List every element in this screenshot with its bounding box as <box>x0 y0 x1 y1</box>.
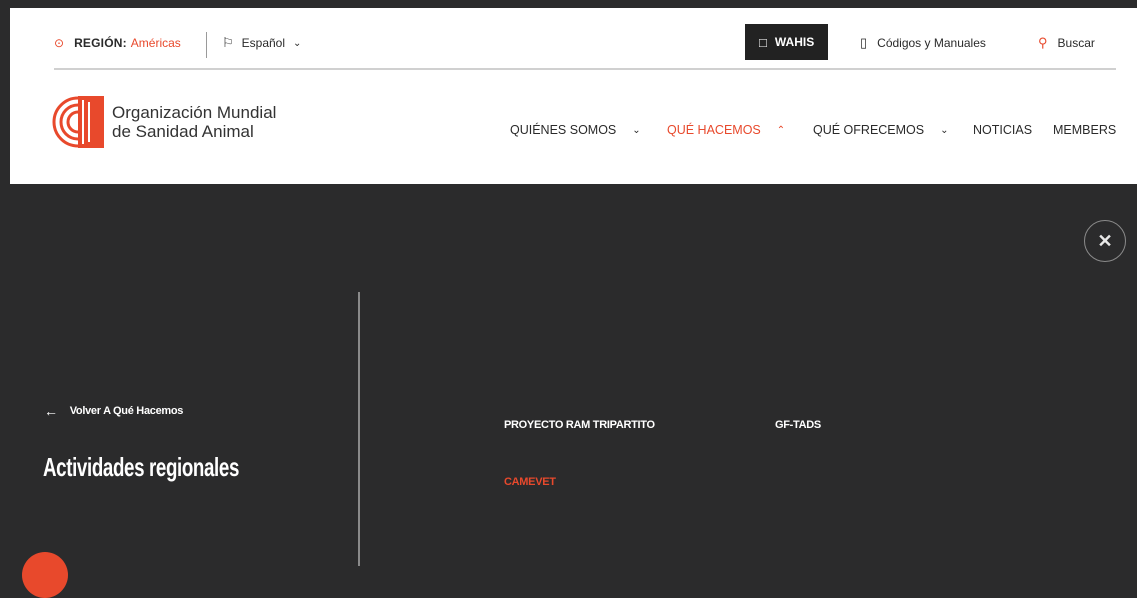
menu-link-camevet[interactable]: CAMEVET <box>504 476 556 488</box>
search-button[interactable]: ⚲ Buscar <box>1038 18 1095 68</box>
nav-label: NOTICIAS <box>973 123 1033 137</box>
language-label: Español <box>241 36 286 50</box>
region-label: REGIÓN: <box>74 36 127 50</box>
arrow-left-icon: ← <box>44 403 58 419</box>
codes-manuals-link[interactable]: ▯ Códigos y Manuales <box>860 18 986 68</box>
nav-label: QUIÉNES SOMOS <box>510 123 617 137</box>
nav-members[interactable]: MEMBERS <box>1053 120 1116 140</box>
menu-link-proyecto-ram[interactable]: PROYECTO RAM TRIPARTITO <box>504 419 655 431</box>
left-strip <box>0 0 10 190</box>
nav-label: QUÉ OFRECEMOS <box>813 123 925 137</box>
logo-line-1: Organización Mundial <box>112 103 277 122</box>
wahis-label: WAHIS <box>774 35 815 49</box>
nav-label: MEMBERS <box>1053 123 1117 137</box>
section-title: Actividades regionales <box>43 452 240 482</box>
menu-divider <box>358 292 360 566</box>
logo-line-2: de Sanidad Animal <box>112 122 254 141</box>
site-logo[interactable]: Organización Mundial de Sanidad Animal <box>52 96 276 148</box>
close-icon: ✕ <box>1097 230 1113 251</box>
flag-icon: ⚐ <box>222 35 234 50</box>
chevron-down-icon: ⌄ <box>632 124 641 136</box>
back-label: Volver A Qué Hacemos <box>69 405 184 417</box>
document-icon: ▯ <box>860 35 868 50</box>
book-icon: □ <box>759 34 767 50</box>
utility-divider <box>206 32 207 58</box>
chevron-down-icon: ⌄ <box>293 37 302 49</box>
back-link[interactable]: ← Volver A Qué Hacemos <box>44 402 183 420</box>
wahis-button[interactable]: □ WAHIS <box>745 24 829 60</box>
location-pin-icon: ⊙ <box>54 36 65 50</box>
chevron-down-icon: ⌄ <box>940 124 949 136</box>
codes-label: Códigos y Manuales <box>877 36 986 50</box>
woah-logo-icon <box>52 96 104 148</box>
logo-text: Organización Mundial de Sanidad Animal <box>112 103 276 141</box>
close-menu-button[interactable]: ✕ <box>1084 220 1126 262</box>
menu-link-gf-tads[interactable]: GF-TADS <box>775 419 821 431</box>
nav-label: QUÉ HACEMOS <box>667 123 761 137</box>
region-value: Américas <box>130 36 181 50</box>
nav-noticias[interactable]: NOTICIAS <box>973 120 1032 140</box>
top-strip <box>0 0 1137 8</box>
chevron-up-icon: ⌃ <box>776 124 786 136</box>
nav-quienes-somos[interactable]: QUIÉNES SOMOS ⌄ <box>510 120 641 140</box>
search-icon: ⚲ <box>1038 35 1048 50</box>
language-selector[interactable]: ⚐ Español ⌄ <box>222 18 301 68</box>
region-selector[interactable]: ⊙ REGIÓN: Américas <box>54 18 181 68</box>
site-header: ⊙ REGIÓN: Américas ⚐ Español ⌄ □ WAHIS ▯… <box>10 8 1137 184</box>
nav-que-ofrecemos[interactable]: QUÉ OFRECEMOS ⌄ <box>813 120 949 140</box>
search-label: Buscar <box>1057 36 1095 50</box>
nav-que-hacemos[interactable]: QUÉ HACEMOS ⌃ <box>667 120 785 140</box>
orange-circle-decoration <box>22 552 68 598</box>
utility-bar: ⊙ REGIÓN: Américas ⚐ Español ⌄ □ WAHIS ▯… <box>54 18 1116 70</box>
